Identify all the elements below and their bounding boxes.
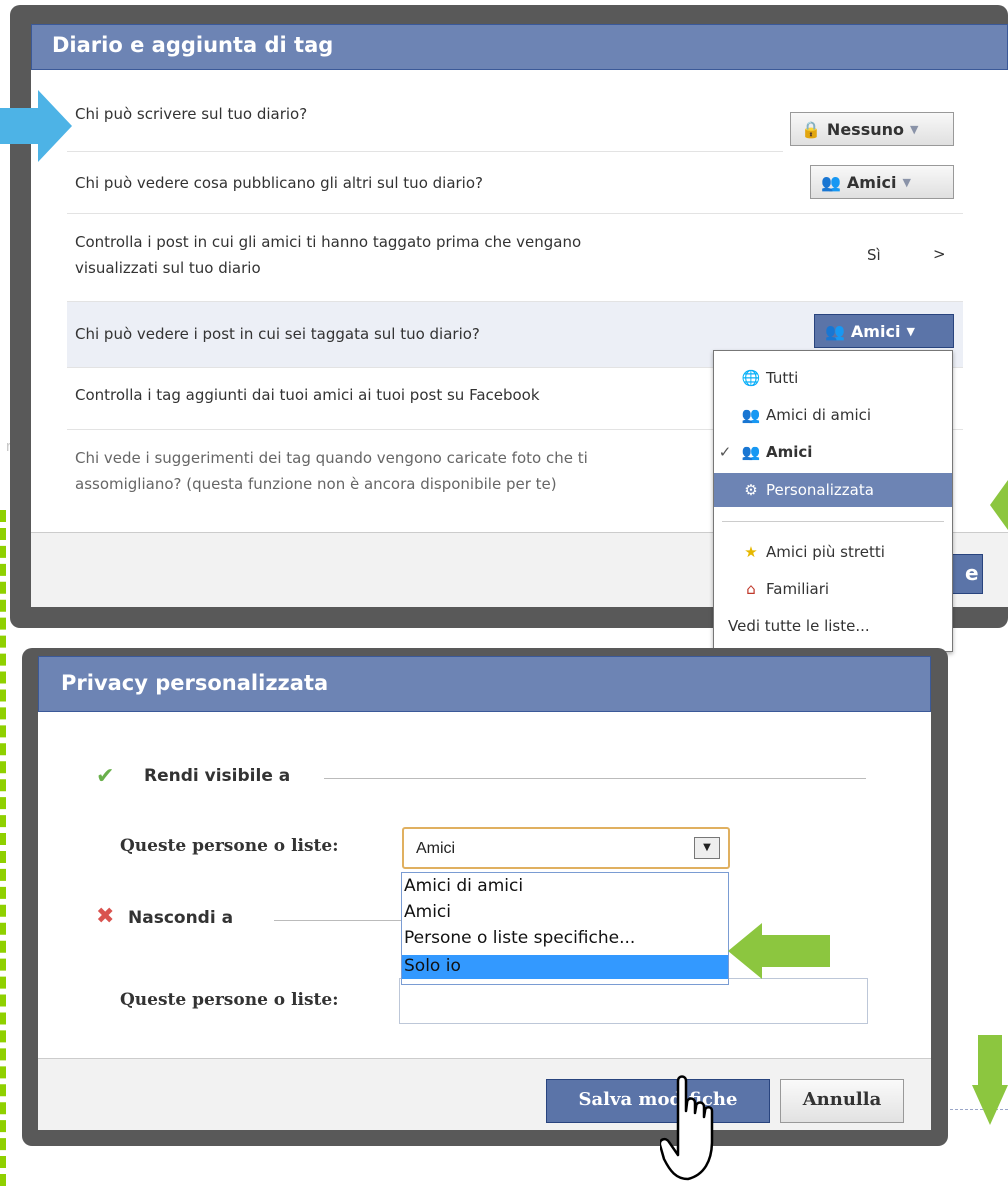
pointer-arrow-green-down [972,1035,1008,1125]
menu-separator [722,521,944,522]
pointer-arrow-green-left [728,923,830,979]
globe-icon: 🌐 [741,369,761,387]
setting-row-who-can-post: Chi può scrivere sul tuo diario? [67,82,783,152]
audience-button-label: Amici [850,321,901,341]
section-divider [324,778,866,779]
section-divider [274,920,402,921]
dialog-title: Diario e aggiunta di tag [52,33,334,57]
chevron-down-icon: ▼ [906,324,915,338]
menu-item-amici-piu-stretti[interactable]: ★ Amici più stretti [714,535,952,569]
audience-select[interactable]: Amici ▼ [402,827,730,869]
gear-icon: ⚙ [744,481,758,499]
menu-item-label: Amici di amici [766,406,872,424]
hide-people-label: Queste persone o liste: [120,990,339,1010]
setting-label-line1: Chi vede i suggerimenti dei tag quando v… [75,449,588,467]
x-mark-icon: ✖ [96,904,115,929]
audience-select-options: Amici di amici Amici Persone o liste spe… [401,872,729,985]
setting-label: Chi può vedere cosa pubblicano gli altri… [75,174,483,192]
dialog-header: Privacy personalizzata [38,656,931,712]
menu-item-amici-di-amici[interactable]: 👥 Amici di amici [714,398,952,432]
chevron-down-icon[interactable]: ▼ [694,837,720,859]
friends-of-friends-icon: 👥 [741,406,761,424]
menu-item-label: Amici più stretti [766,543,885,561]
dashed-guide-vertical [0,510,6,1186]
option-persone-specifiche[interactable]: Persone o liste specifiche... [402,927,728,951]
audience-select-value: Amici [416,840,456,857]
menu-item-personalizzata[interactable]: ⚙ Personalizzata [714,473,952,507]
friends-icon: 👥 [741,443,761,461]
cancel-button[interactable]: Annulla [780,1079,904,1123]
menu-item-amici[interactable]: ✓ 👥 Amici [714,435,952,469]
audience-dropdown-menu: 🌐 Tutti 👥 Amici di amici ✓ 👥 Amici ⚙ Per… [713,350,953,652]
setting-row-review-tags[interactable]: Controlla i post in cui gli amici ti han… [67,214,963,302]
hide-section-label: Nascondi a [128,908,234,928]
show-section-label: Rendi visibile a [144,766,291,786]
friends-icon: 👥 [821,172,841,192]
audience-button-label: Amici [846,172,897,192]
checkmark-icon: ✓ [718,443,732,461]
menu-item-label: Personalizzata [766,481,874,499]
star-list-icon: ★ [744,543,758,561]
setting-label: Controlla i tag aggiunti dai tuoi amici … [75,386,540,404]
audience-button-label: Nessuno [826,119,904,139]
dialog-header: Diario e aggiunta di tag [31,24,1008,70]
setting-label: Chi può scrivere sul tuo diario? [75,105,308,123]
setting-label: Chi può vedere i post in cui sei taggata… [75,325,480,343]
setting-label-line2: assomigliano? (questa funzione non è anc… [75,475,557,493]
menu-item-label: Tutti [766,369,799,387]
menu-item-label: Familiari [766,580,830,598]
dialog-custom-privacy: Privacy personalizzata ✔ Rendi visibile … [38,656,931,1130]
option-amici[interactable]: Amici [402,901,728,925]
audience-button-amici-open[interactable]: 👥 Amici ▼ [814,314,954,348]
dialog-title: Privacy personalizzata [61,671,329,695]
setting-label-line1: Controlla i post in cui gli amici ti han… [75,233,582,251]
house-list-icon: ⌂ [746,580,756,598]
pointer-arrow-blue [0,90,72,162]
review-status: Sì [867,246,881,264]
checkmark-icon: ✔ [96,764,115,789]
menu-item-vedi-tutte[interactable]: Vedi tutte le liste... [714,609,952,643]
menu-item-familiari[interactable]: ⌂ Familiari [714,572,952,606]
menu-item-label: Amici [766,443,813,461]
audience-button-amici[interactable]: 👥 Amici ▼ [810,165,954,199]
pointer-arrow-green-left [990,480,1008,530]
lock-icon: 🔒 [801,119,821,139]
chevron-down-icon: ▼ [902,175,911,189]
hand-cursor-icon [660,1075,714,1181]
option-solo-io[interactable]: Solo io [402,955,728,979]
save-button[interactable]: Salva modifiche [546,1079,770,1123]
chevron-down-icon: ▼ [909,122,919,136]
friends-icon: 👥 [825,321,845,341]
menu-item-label: Vedi tutte le liste... [728,617,870,635]
option-amici-di-amici[interactable]: Amici di amici [402,875,728,899]
chevron-right-icon: > [933,245,946,263]
menu-item-tutti[interactable]: 🌐 Tutti [714,361,952,395]
setting-label-line2: visualizzati sul tuo diario [75,259,261,277]
show-people-label: Queste persone o liste: [120,836,339,856]
audience-button-nessuno[interactable]: 🔒 Nessuno ▼ [790,112,954,146]
